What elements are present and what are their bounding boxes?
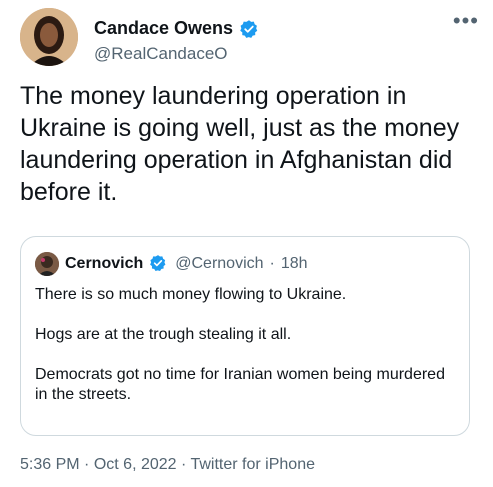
quoted-paragraph: There is so much money flowing to Ukrain… — [35, 286, 347, 303]
tweet-time[interactable]: 5:36 PM — [20, 456, 80, 473]
quoted-paragraph: Hogs are at the trough stealing it all. — [35, 326, 292, 343]
tweet-text: The money laundering operation in Ukrain… — [20, 82, 460, 206]
quoted-timestamp: 18h — [280, 255, 308, 272]
more-options-icon[interactable]: ••• — [453, 10, 479, 32]
footer-separator: · — [181, 456, 187, 473]
author-handle[interactable]: @RealCandaceO — [94, 44, 228, 64]
quoted-verified-badge-icon — [149, 254, 169, 274]
verified-badge-icon — [239, 19, 259, 39]
author-display-name[interactable]: Candace Owens — [94, 18, 233, 39]
tweet-footer: 5:36 PM · Oct 6, 2022 · Twitter for iPho… — [20, 456, 315, 474]
quoted-tweet-body: There is so much money flowing to Ukrain… — [35, 285, 457, 405]
footer-separator: · — [84, 456, 90, 473]
author-name-row: Candace Owens — [94, 18, 259, 39]
quoted-paragraph: Democrats got no time for Iranian women … — [35, 366, 445, 403]
quoted-author-name: Cernovich — [65, 255, 144, 272]
tweet-date[interactable]: Oct 6, 2022 — [94, 456, 177, 473]
quoted-tweet-header: Cernovich @Cernovich · 18h — [35, 251, 457, 277]
quoted-author-avatar — [35, 252, 59, 276]
quoted-tweet[interactable]: Cernovich @Cernovich · 18h There is so m… — [20, 236, 470, 436]
quoted-separator: · — [269, 255, 275, 272]
author-avatar[interactable] — [20, 8, 78, 66]
tweet-header: Candace Owens @RealCandaceO ••• — [20, 8, 479, 68]
quoted-author-handle: @Cernovich — [175, 255, 264, 272]
tweet-source[interactable]: Twitter for iPhone — [190, 456, 315, 473]
